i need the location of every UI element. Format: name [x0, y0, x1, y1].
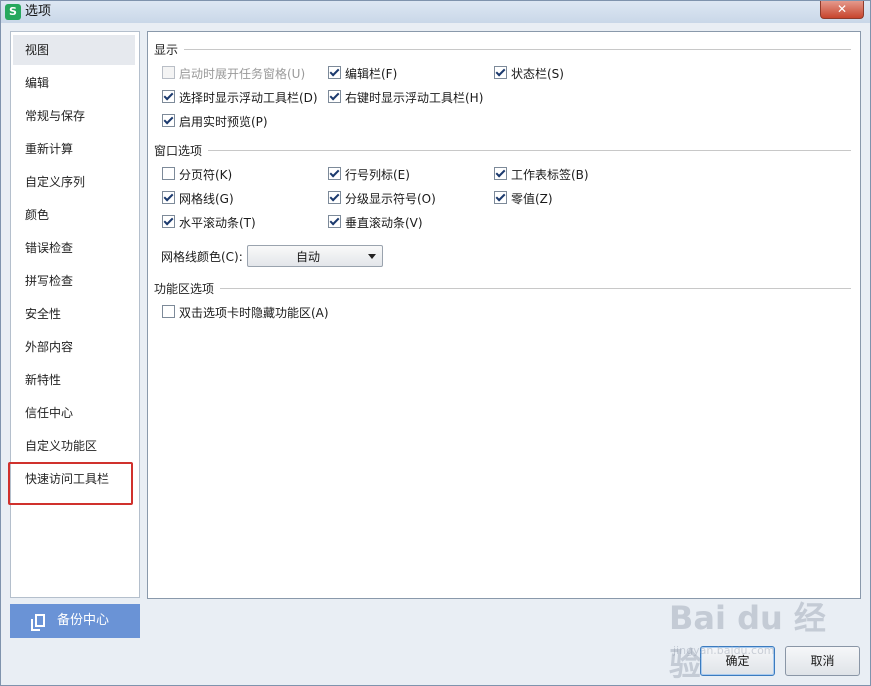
checkbox-label: 选择时显示浮动工具栏(D) — [179, 91, 318, 105]
sidebar-item-recalculate[interactable]: 重新计算 — [13, 134, 135, 164]
checkmark-icon — [328, 215, 341, 228]
checkbox-expand-task-pane[interactable]: 启动时展开任务窗格(U) — [162, 65, 305, 83]
checkbox-label: 启用实时预览(P) — [179, 115, 268, 129]
dropdown-arrow-icon — [368, 254, 376, 259]
sidebar-item-trust-center[interactable]: 信任中心 — [13, 398, 135, 428]
sidebar-item-general-save[interactable]: 常规与保存 — [13, 101, 135, 131]
document-copy-icon — [31, 614, 45, 631]
checkbox-formula-bar[interactable]: 编辑栏(F) — [328, 65, 397, 83]
gridline-color-select[interactable]: 自动 — [247, 245, 383, 267]
checkbox-label: 零值(Z) — [511, 192, 553, 206]
window-title: 选项 — [25, 4, 52, 19]
sidebar-item-view[interactable]: 视图 — [13, 35, 135, 65]
sidebar: 视图 编辑 常规与保存 重新计算 自定义序列 颜色 错误检查 拼写检查 安全性 … — [10, 31, 140, 598]
checkbox-horizontal-scrollbar[interactable]: 水平滚动条(T) — [162, 214, 256, 232]
checkbox-box — [162, 167, 175, 180]
sidebar-item-security[interactable]: 安全性 — [13, 299, 135, 329]
backup-center-button[interactable]: 备份中心 — [10, 604, 140, 638]
checkbox-label: 分级显示符号(O) — [345, 192, 436, 206]
sidebar-item-external-content[interactable]: 外部内容 — [13, 332, 135, 362]
sidebar-item-error-check[interactable]: 错误检查 — [13, 233, 135, 263]
checkbox-label: 启动时展开任务窗格(U) — [179, 67, 306, 81]
checkbox-label: 分页符(K) — [179, 168, 233, 182]
checkmark-icon — [162, 191, 175, 204]
checkmark-icon — [328, 66, 341, 79]
checkbox-box — [162, 66, 175, 79]
checkbox-floating-toolbar-select[interactable]: 选择时显示浮动工具栏(D) — [162, 89, 318, 107]
cancel-button[interactable]: 取消 — [785, 646, 860, 676]
sidebar-item-custom-lists[interactable]: 自定义序列 — [13, 167, 135, 197]
sidebar-item-color[interactable]: 颜色 — [13, 200, 135, 230]
ok-button[interactable]: 确定 — [700, 646, 775, 676]
checkmark-icon — [328, 90, 341, 103]
gridline-color-label: 网格线颜色(C): — [161, 250, 243, 264]
options-dialog: S 选项 ✕ 视图 编辑 常规与保存 重新计算 自定义序列 颜色 错误检查 拼写… — [0, 0, 871, 686]
checkmark-icon — [494, 167, 507, 180]
checkmark-icon — [162, 215, 175, 228]
backup-center-label: 备份中心 — [57, 613, 110, 628]
sidebar-item-new-features[interactable]: 新特性 — [13, 365, 135, 395]
checkbox-zero-values[interactable]: 零值(Z) — [494, 190, 553, 208]
checkbox-label: 垂直滚动条(V) — [345, 216, 423, 230]
close-button[interactable]: ✕ — [820, 1, 864, 19]
checkbox-hide-ribbon-double-click[interactable]: 双击选项卡时隐藏功能区(A) — [162, 304, 329, 322]
section-divider — [208, 150, 851, 151]
checkmark-icon — [162, 90, 175, 103]
checkmark-icon — [494, 191, 507, 204]
checkbox-live-preview[interactable]: 启用实时预览(P) — [162, 113, 268, 131]
checkmark-icon — [494, 66, 507, 79]
checkbox-outline-symbols[interactable]: 分级显示符号(O) — [328, 190, 436, 208]
checkbox-page-breaks[interactable]: 分页符(K) — [162, 166, 232, 184]
checkbox-label: 工作表标签(B) — [511, 168, 589, 182]
app-icon: S — [5, 4, 21, 20]
checkbox-label: 行号列标(E) — [345, 168, 410, 182]
checkbox-label: 右键时显示浮动工具栏(H) — [345, 91, 484, 105]
gridline-color-value: 自动 — [295, 250, 320, 264]
highlight-annotation — [8, 462, 133, 505]
section-title-display: 显示 — [154, 41, 179, 58]
checkbox-gridlines[interactable]: 网格线(G) — [162, 190, 234, 208]
section-title-window-options: 窗口选项 — [154, 142, 203, 159]
checkbox-label: 水平滚动条(T) — [179, 216, 256, 230]
checkbox-floating-toolbar-right-click[interactable]: 右键时显示浮动工具栏(H) — [328, 89, 483, 107]
title-bar[interactable]: S 选项 ✕ — [1, 1, 870, 23]
sidebar-item-customize-ribbon[interactable]: 自定义功能区 — [13, 431, 135, 461]
checkmark-icon — [328, 167, 341, 180]
checkmark-icon — [328, 191, 341, 204]
checkbox-sheet-tabs[interactable]: 工作表标签(B) — [494, 166, 589, 184]
sidebar-item-edit[interactable]: 编辑 — [13, 68, 135, 98]
section-divider — [184, 49, 851, 50]
checkbox-label: 网格线(G) — [179, 192, 234, 206]
checkbox-vertical-scrollbar[interactable]: 垂直滚动条(V) — [328, 214, 423, 232]
section-divider — [220, 288, 851, 289]
section-title-ribbon-options: 功能区选项 — [154, 280, 215, 297]
checkbox-status-bar[interactable]: 状态栏(S) — [494, 65, 564, 83]
checkbox-row-col-headers[interactable]: 行号列标(E) — [328, 166, 410, 184]
checkbox-label: 双击选项卡时隐藏功能区(A) — [179, 306, 329, 320]
checkbox-box — [162, 305, 175, 318]
checkmark-icon — [162, 114, 175, 127]
sidebar-item-spell-check[interactable]: 拼写检查 — [13, 266, 135, 296]
checkbox-label: 状态栏(S) — [511, 67, 564, 81]
checkbox-label: 编辑栏(F) — [345, 67, 398, 81]
